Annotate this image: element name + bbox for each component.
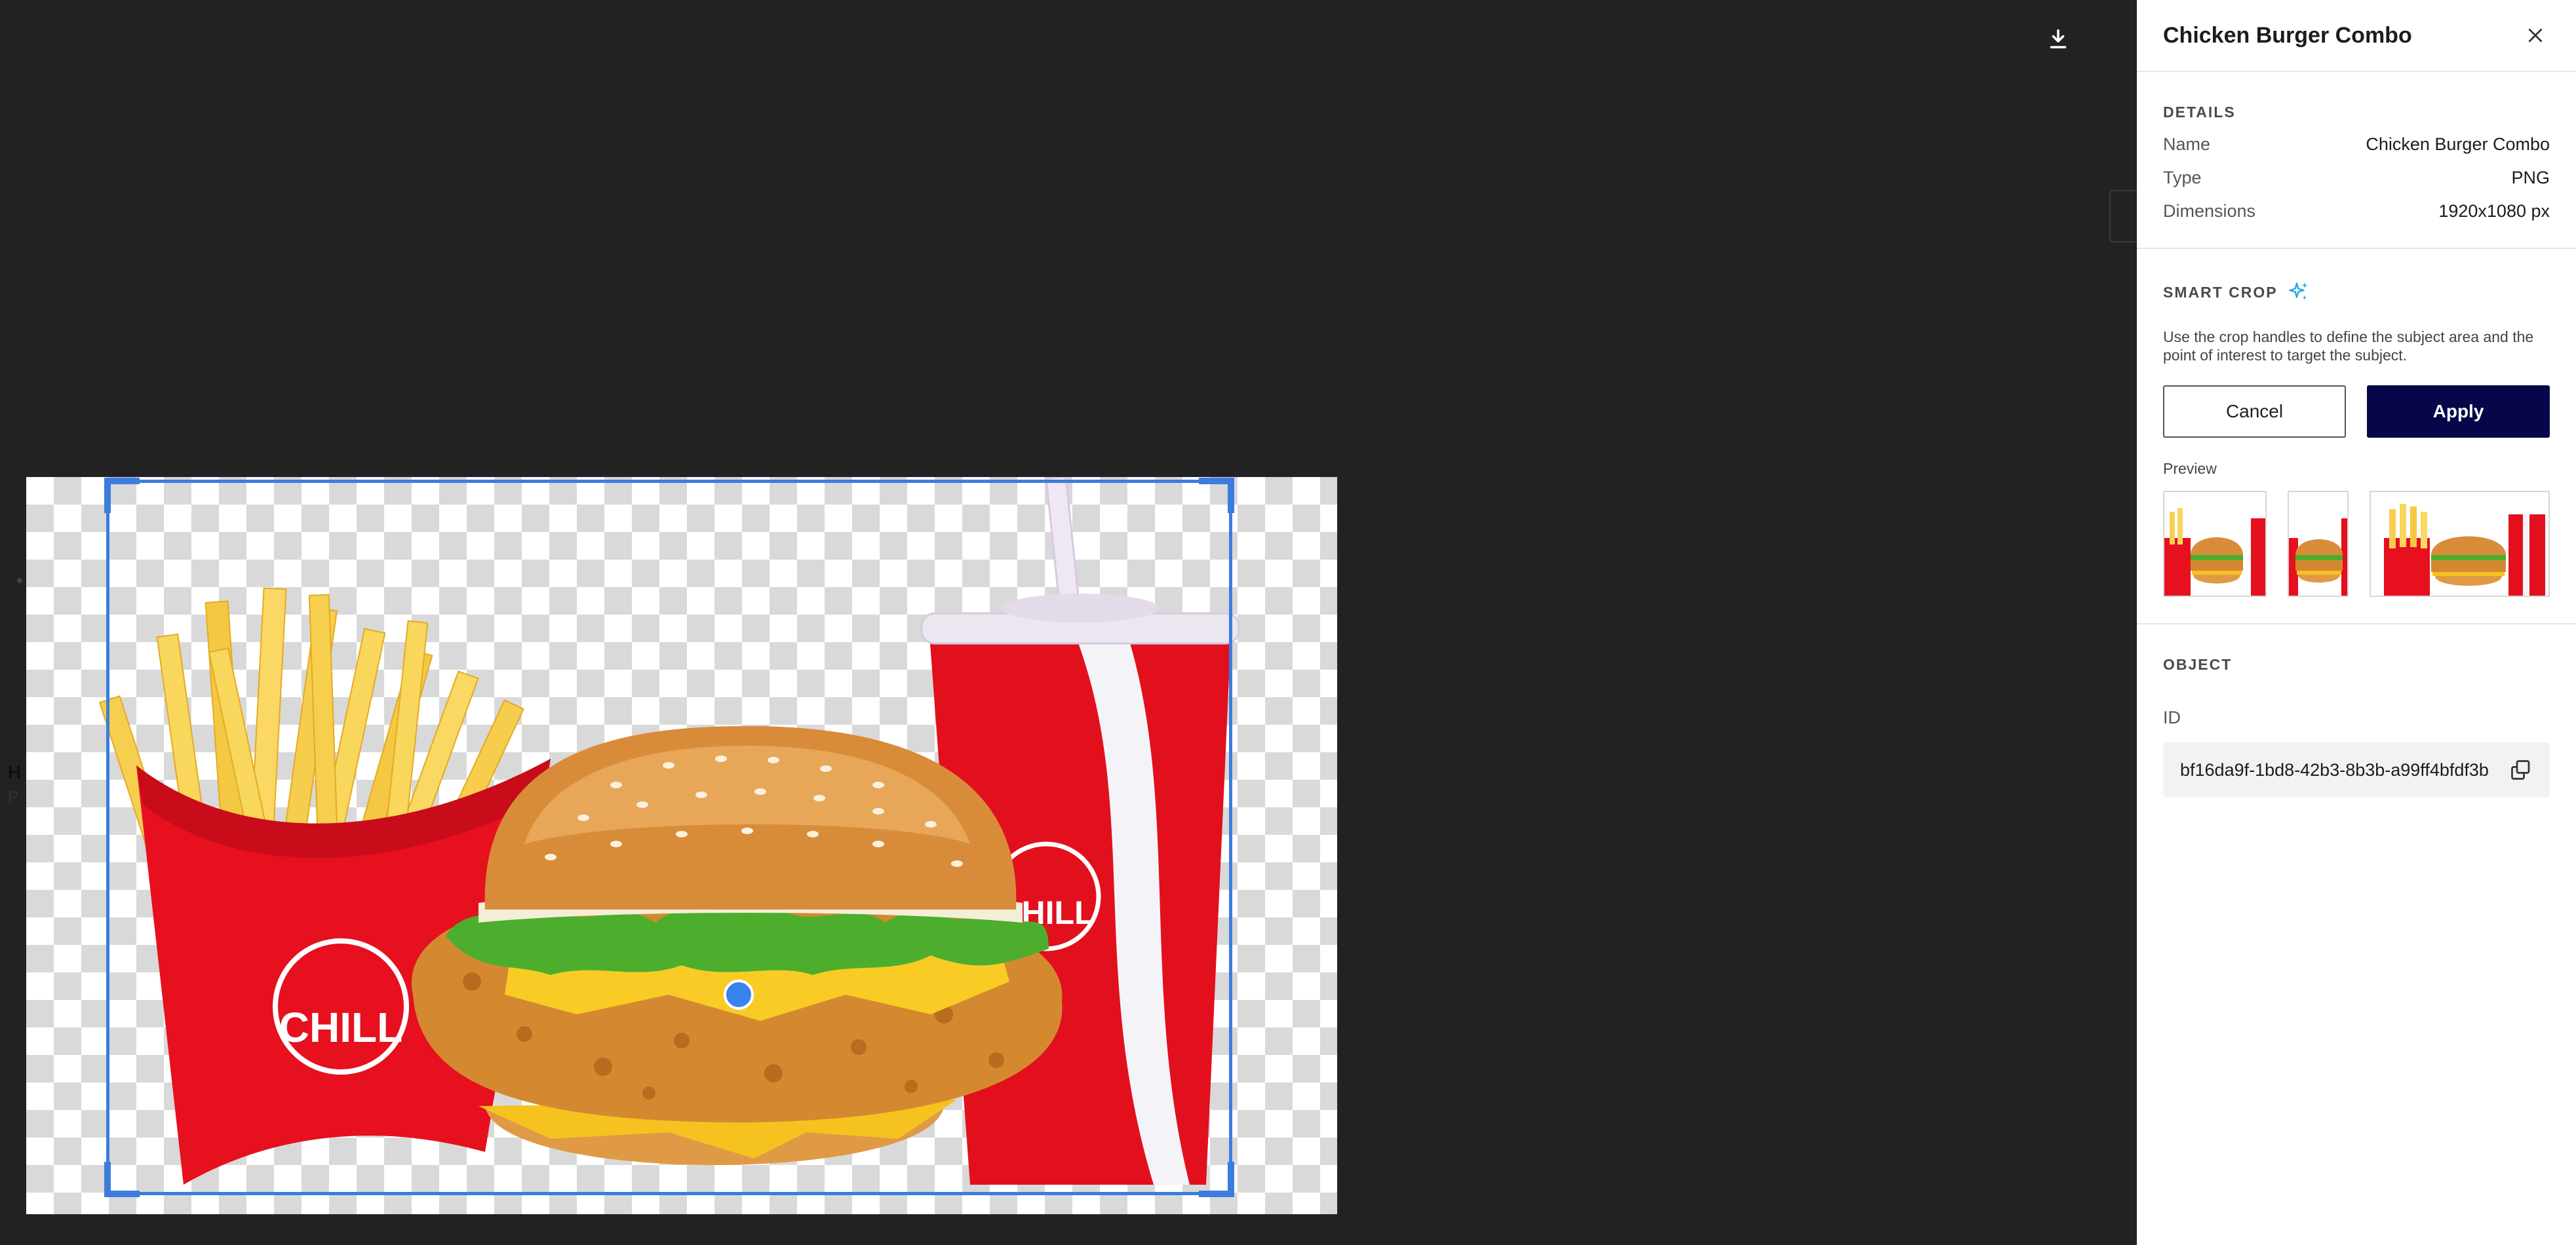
- close-icon: [2528, 28, 2543, 43]
- detail-row-type: Type PNG: [2163, 168, 2550, 188]
- preview-landscape: [2370, 491, 2550, 597]
- preview-label: Preview: [2163, 460, 2217, 477]
- download-icon: [2050, 29, 2067, 48]
- crop-area[interactable]: [104, 478, 1234, 1197]
- smart-crop-actions: Cancel Apply: [2163, 385, 2550, 438]
- copy-id-button[interactable]: [2507, 756, 2535, 784]
- cancel-button[interactable]: Cancel: [2163, 385, 2347, 438]
- background-bullet: [17, 578, 22, 583]
- smart-crop-heading: SMART CROP: [2163, 283, 2278, 301]
- background-heading-fragment: H: [8, 762, 22, 782]
- object-id-field: bf16da9f-1bd8-42b3-8b3b-a99ff4bfdf3b: [2163, 742, 2550, 797]
- detail-key: Dimensions: [2163, 201, 2256, 221]
- crop-handle-top-right[interactable]: [1199, 478, 1234, 513]
- details-heading: DETAILS: [2163, 104, 2236, 121]
- panel-title: Chicken Burger Combo: [2163, 22, 2412, 48]
- object-heading: OBJECT: [2163, 656, 2233, 673]
- detail-key: Type: [2163, 168, 2202, 187]
- smart-crop-heading-row: SMART CROP: [2163, 280, 2550, 304]
- object-section: OBJECT ID bf16da9f-1bd8-42b3-8b3b-a99ff4…: [2137, 624, 2576, 824]
- detail-key: Name: [2163, 134, 2211, 154]
- detail-row-dimensions: Dimensions 1920x1080 px: [2163, 201, 2550, 221]
- crop-handle-top-left[interactable]: [104, 478, 140, 513]
- point-of-interest-handle[interactable]: [724, 980, 754, 1010]
- download-button[interactable]: [2039, 20, 2078, 59]
- crop-handle-bottom-right[interactable]: [1199, 1162, 1234, 1197]
- background-text-fragment: P: [8, 788, 19, 806]
- image-canvas[interactable]: CHILL CHILL: [26, 477, 1337, 1214]
- detail-value: Chicken Burger Combo: [2366, 134, 2550, 154]
- detail-row-name: Name Chicken Burger Combo: [2163, 134, 2550, 155]
- preview-square: [2163, 491, 2267, 597]
- object-id-value: bf16da9f-1bd8-42b3-8b3b-a99ff4bfdf3b: [2180, 759, 2489, 780]
- close-button[interactable]: [2521, 21, 2550, 50]
- preview-thumbnails: [2163, 491, 2550, 597]
- object-id-label: ID: [2163, 708, 2181, 727]
- apply-button[interactable]: Apply: [2367, 385, 2550, 438]
- smart-crop-section: SMART CROP Use the crop handles to defin…: [2137, 249, 2576, 624]
- crop-handle-bottom-left[interactable]: [104, 1162, 140, 1197]
- panel-header: Chicken Burger Combo: [2137, 0, 2576, 72]
- preview-portrait: [2287, 491, 2349, 597]
- sparkle-icon: [2288, 282, 2308, 300]
- background-control-edge: [2109, 190, 2137, 242]
- details-section: DETAILS Name Chicken Burger Combo Type P…: [2137, 72, 2576, 249]
- details-panel: Chicken Burger Combo DETAILS Name Chicke…: [2137, 0, 2576, 1245]
- detail-value: PNG: [2511, 168, 2550, 187]
- copy-icon: [2511, 760, 2530, 780]
- smart-crop-description: Use the crop handles to define the subje…: [2163, 328, 2534, 364]
- detail-value: 1920x1080 px: [2438, 201, 2550, 221]
